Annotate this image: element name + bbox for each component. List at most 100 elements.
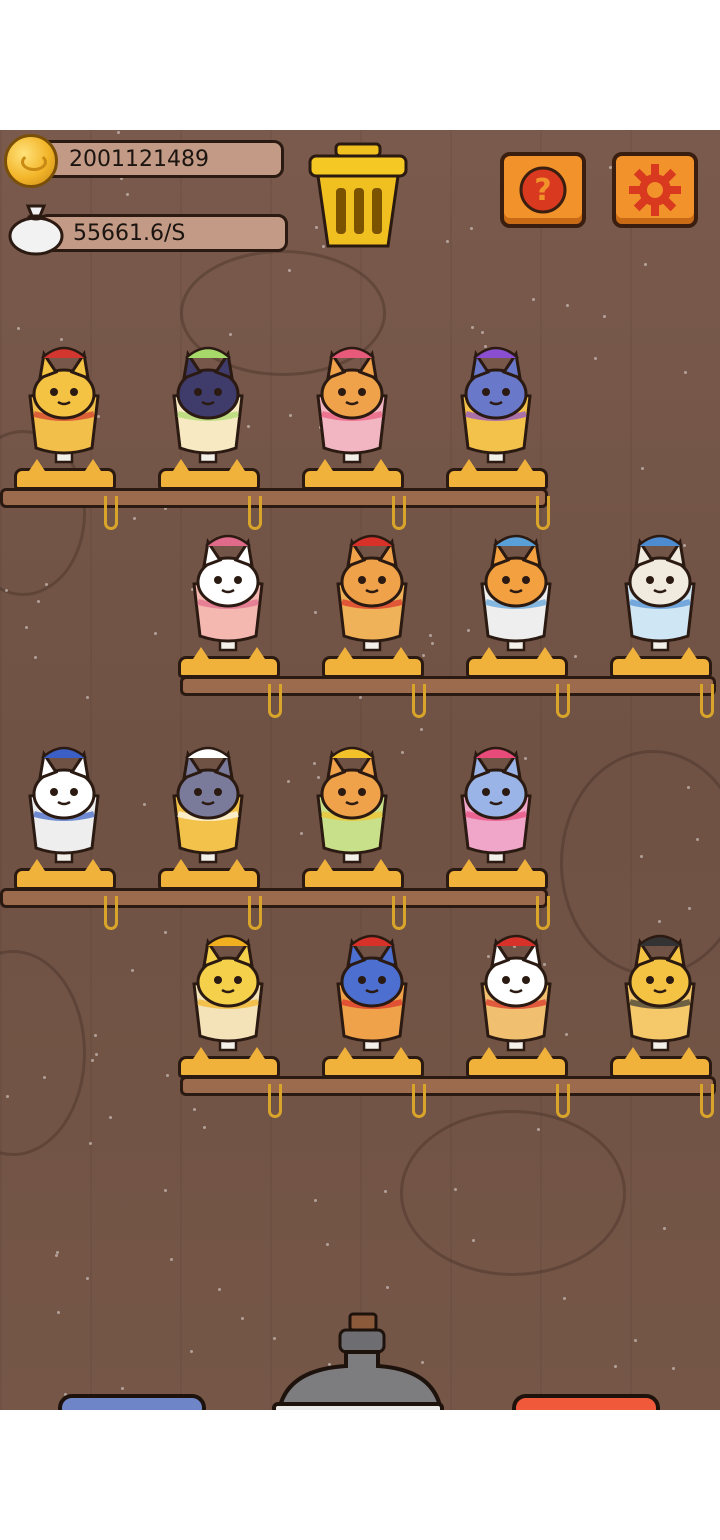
blue-cat-red-hood-mug[interactable] bbox=[322, 918, 422, 1058]
catalog-button[interactable]: 图鉴 bbox=[58, 1394, 206, 1410]
wood-speck bbox=[154, 632, 157, 635]
money-bag-icon bbox=[8, 204, 64, 256]
sunglasses-cat-glass[interactable] bbox=[610, 918, 710, 1058]
king-cat-cup[interactable] bbox=[14, 330, 114, 470]
wood-speck bbox=[471, 326, 474, 329]
wood-speck bbox=[386, 1286, 389, 1289]
produce-button[interactable]: 生产 bbox=[272, 1402, 444, 1410]
wood-speck bbox=[25, 626, 28, 629]
wood-speck bbox=[470, 227, 473, 230]
coin-counter: 2001121489 bbox=[38, 140, 284, 178]
dark-cat-grape-cup[interactable] bbox=[158, 330, 258, 470]
wood-speck bbox=[289, 414, 292, 417]
sailor-cat-teacup[interactable] bbox=[466, 518, 566, 658]
cat-pedestal bbox=[610, 647, 712, 678]
cat-pedestal bbox=[302, 859, 404, 890]
wood-speck bbox=[34, 656, 37, 659]
wood-speck bbox=[193, 1108, 196, 1111]
wood-speck bbox=[603, 315, 606, 318]
wood-knot-decoration bbox=[0, 950, 86, 1156]
produce-bottle-button[interactable] bbox=[270, 1310, 450, 1410]
wood-speck bbox=[190, 1350, 193, 1353]
cat-pedestal bbox=[466, 1047, 568, 1078]
help-button[interactable]: ? bbox=[500, 152, 586, 228]
wizard-cat-beer-mug[interactable] bbox=[446, 330, 546, 470]
gear-icon bbox=[629, 164, 681, 216]
shelf-hook bbox=[104, 896, 118, 930]
wood-speck bbox=[566, 304, 569, 307]
wood-speck bbox=[663, 1227, 666, 1230]
wood-speck bbox=[640, 855, 643, 858]
wood-speck bbox=[563, 1297, 566, 1300]
cat-pedestal bbox=[158, 859, 260, 890]
wood-speck bbox=[109, 1116, 112, 1119]
wood-speck bbox=[203, 1126, 206, 1129]
wood-speck bbox=[95, 1053, 98, 1056]
wood-speck bbox=[688, 907, 691, 910]
wood-speck bbox=[287, 780, 290, 783]
wood-speck bbox=[696, 838, 699, 841]
wood-speck bbox=[5, 589, 8, 592]
shop-button[interactable]: 商店 bbox=[512, 1394, 660, 1410]
shelf-hook bbox=[412, 684, 426, 718]
shelf-hook bbox=[104, 496, 118, 530]
trash-can-button[interactable] bbox=[306, 140, 410, 250]
cat-pedestal bbox=[14, 859, 116, 890]
wood-knot-decoration bbox=[400, 1110, 626, 1276]
wood-speck bbox=[672, 1367, 675, 1370]
llama-cat-cup[interactable] bbox=[302, 330, 402, 470]
shelf-4 bbox=[180, 1076, 716, 1096]
shelf-hook bbox=[556, 1084, 570, 1118]
wood-speck bbox=[684, 371, 687, 374]
wood-speck bbox=[37, 600, 40, 603]
wood-speck bbox=[6, 1095, 9, 1098]
red-jacket-cat-bowl[interactable] bbox=[466, 918, 566, 1058]
cat-pedestal bbox=[178, 1047, 280, 1078]
rich-cat-teacup[interactable] bbox=[178, 918, 278, 1058]
wood-speck bbox=[170, 1258, 173, 1261]
wood-speck bbox=[133, 517, 136, 520]
shelf-hook bbox=[700, 684, 714, 718]
wood-speck bbox=[429, 634, 432, 637]
detective-cat-bowl[interactable] bbox=[610, 518, 710, 658]
wood-speck bbox=[121, 1387, 124, 1390]
wood-speck bbox=[614, 1365, 617, 1368]
wood-speck bbox=[57, 1311, 60, 1314]
question-icon: ? bbox=[519, 166, 567, 214]
cat-pedestal bbox=[446, 459, 548, 490]
wood-speck bbox=[86, 1277, 89, 1280]
wood-speck bbox=[326, 1243, 329, 1246]
guitar-cat-glass[interactable] bbox=[178, 518, 278, 658]
cat-pedestal bbox=[610, 1047, 712, 1078]
twin-cats-beer-mug[interactable] bbox=[158, 730, 258, 870]
wood-speck bbox=[687, 786, 690, 789]
wood-speck bbox=[94, 1034, 97, 1037]
shelf-hook bbox=[700, 1084, 714, 1118]
wood-speck bbox=[422, 654, 425, 657]
produce-label: 生产 bbox=[290, 1407, 378, 1411]
shelf-3 bbox=[0, 888, 548, 908]
wood-speck bbox=[634, 1339, 637, 1342]
wood-speck bbox=[131, 969, 134, 972]
wood-speck bbox=[532, 298, 535, 301]
cat-pedestal bbox=[446, 859, 548, 890]
wood-speck bbox=[91, 1059, 94, 1062]
qing-cat-bowl[interactable] bbox=[14, 730, 114, 870]
sunflower-cat-glass[interactable] bbox=[302, 730, 402, 870]
cat-pedestal bbox=[178, 647, 280, 678]
cat-pedestal bbox=[158, 459, 260, 490]
wood-speck bbox=[574, 655, 577, 658]
cat-pedestal bbox=[14, 459, 116, 490]
settings-button[interactable] bbox=[612, 152, 698, 228]
shelf-2 bbox=[180, 676, 716, 696]
income-rate: 55661.6/S bbox=[73, 220, 186, 246]
witch-hat-cat-glass[interactable] bbox=[322, 518, 422, 658]
wood-speck bbox=[288, 269, 291, 272]
wood-speck bbox=[126, 193, 129, 196]
wood-speck bbox=[359, 696, 362, 699]
noble-cat-goblet[interactable] bbox=[446, 730, 546, 870]
wood-speck bbox=[241, 1317, 244, 1320]
cat-pedestal bbox=[466, 647, 568, 678]
coin-amount: 2001121489 bbox=[69, 146, 209, 172]
wood-speck bbox=[420, 728, 423, 731]
